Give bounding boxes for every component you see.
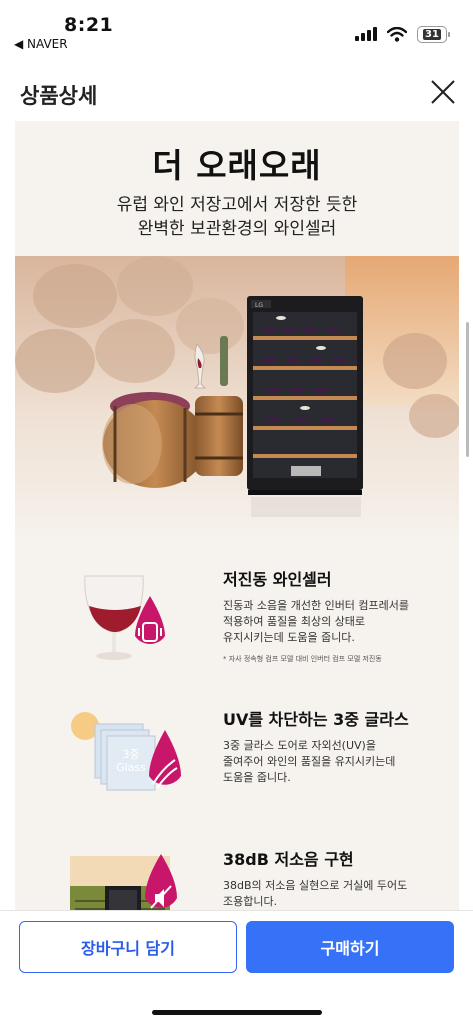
page-header: 상품상세 [0,66,473,118]
wifi-icon [387,26,407,42]
feature-desc-line: 38dB의 저소음 실현으로 거실에 두어도 [223,879,408,892]
feature-desc-line: 진동과 소음을 개선한 인버터 컴프레서를 [223,599,410,612]
page-title: 상품상세 [20,84,98,108]
hero-title: 더 오래오래 [152,146,322,185]
triple-glass-icon: 3중 Glass [71,712,181,791]
feature-desc-line: 유지시키는데 도움을 줍니다. [223,631,355,644]
hero-subtitle-line-2: 완벽한 보관환경의 와인셀러 [137,219,337,239]
scrollbar[interactable] [466,322,469,457]
feature-uv-glass: 3중 Glass UV를 차단하는 3중 글라스 3중 글라스 도어로 자외선(… [15,706,459,826]
close-icon[interactable] [429,78,457,106]
home-indicator[interactable] [152,1010,322,1015]
feature-description: 38dB의 저소음 실현으로 거실에 두어도 조용합니다. [223,878,453,910]
low-noise-vineyard-icon [70,854,177,911]
feature-desc-line: 조용합니다. [223,895,278,908]
buy-now-button[interactable]: 구매하기 [246,921,454,973]
feature-desc-line: 3중 글라스 도어로 자외선(UV)을 [223,739,376,752]
glass-label-2: Glass [116,761,146,774]
hero-subtitle-line-1: 유럽 와인 저장고에서 저장한 듯한 [116,195,358,215]
status-bar: 8:21 ◀ NAVER 31 [0,0,473,58]
battery-level: 31 [423,28,441,40]
cellar-brand-logo: LG [255,302,263,309]
feature-title: 38dB 저소음 구현 [223,850,354,869]
product-detail-content: 더 오래오래 유럽 와인 저장고에서 저장한 듯한 완벽한 보관환경의 와인셀러 [15,121,459,911]
feature-low-vibration: 저진동 와인셀러 진동과 소음을 개선한 인버터 컴프레서를 적용하여 품질을 … [15,566,459,686]
feature-text: 저진동 와인셀러 진동과 소음을 개선한 인버터 컴프레서를 적용하여 품질을 … [223,566,453,664]
feature-text: 38dB 저소음 구현 38dB의 저소음 실현으로 거실에 두어도 조용합니다… [223,846,453,910]
back-to-app-link[interactable]: ◀ NAVER [14,37,68,51]
wine-glass-vibration-icon [84,575,165,660]
feature-footnote: * 자사 정속형 컴프 모델 대비 인버터 컴프 모델 저진동 [223,655,382,663]
feature-desc-line: 도움을 줍니다. [223,771,291,784]
feature-low-noise: 38dB 저소음 구현 38dB의 저소음 실현으로 거실에 두어도 조용합니다… [15,846,459,911]
status-time: 8:21 [64,14,114,36]
bottom-action-bar: 장바구니 담기 구매하기 [0,910,473,1025]
feature-title: UV를 차단하는 3중 글라스 [223,710,409,729]
glass-label-1: 3중 [122,748,139,761]
feature-title: 저진동 와인셀러 [223,570,332,589]
feature-description: 3중 글라스 도어로 자외선(UV)을 줄여주어 와인의 품질을 유지시키는데 … [223,738,453,786]
feature-desc-line: 줄여주어 와인의 품질을 유지시키는데 [223,755,396,768]
battery-icon: 31 [417,25,450,43]
feature-text: UV를 차단하는 3중 글라스 3중 글라스 도어로 자외선(UV)을 줄여주어… [223,706,453,786]
signal-icon [355,27,377,41]
hero-subtitle: 유럽 와인 저장고에서 저장한 듯한 완벽한 보관환경의 와인셀러 [15,193,459,241]
wine-cellar-hero-image: LG [15,256,459,546]
feature-desc-line: 적용하여 품질을 최상의 상태로 [223,615,366,628]
feature-description: 진동과 소음을 개선한 인버터 컴프레서를 적용하여 품질을 최상의 상태로 유… [223,598,453,646]
add-to-cart-button[interactable]: 장바구니 담기 [19,921,237,973]
status-icons: 31 [355,24,450,44]
